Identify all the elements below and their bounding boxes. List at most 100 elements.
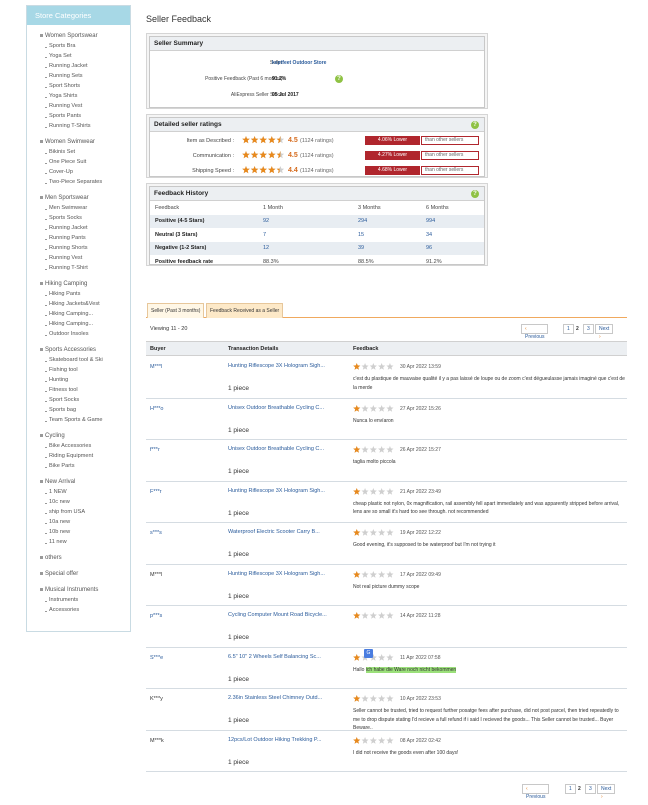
next-page-button[interactable]: Next ›	[595, 324, 614, 340]
sidebar-subcategory-link[interactable]: 11 new	[45, 537, 130, 547]
sidebar-subcategory-link[interactable]: Instruments	[45, 595, 130, 605]
buyer-name[interactable]: p***s	[150, 613, 162, 619]
buyer-name[interactable]: H***o	[150, 406, 163, 412]
previous-page-button[interactable]: ‹ Previous	[521, 324, 549, 340]
previous-page-button[interactable]: ‹ Previous	[522, 784, 550, 800]
feedback-stars	[353, 695, 394, 703]
history-cell-link[interactable]: 7	[258, 228, 353, 242]
sidebar-subcategory-link[interactable]: Sport Shorts	[45, 81, 130, 91]
sidebar-subcategory-link[interactable]: Running Vest	[45, 253, 130, 263]
sidebar-category-link[interactable]: Hiking Camping	[40, 279, 130, 289]
sidebar-subcategory-link[interactable]: Bikinis Set	[45, 147, 130, 157]
buyer-name[interactable]: f***r	[150, 447, 160, 453]
star-icon	[259, 136, 267, 144]
sidebar-subcategory-link[interactable]: Hiking Camping...	[45, 309, 130, 319]
sidebar-subcategory-link[interactable]: Running Sets	[45, 71, 130, 81]
sidebar-category-link[interactable]: Men Sportswear	[40, 193, 130, 203]
sidebar-subcategory-link[interactable]: 1 NEW	[45, 487, 130, 497]
buyer-name[interactable]: S***e	[150, 655, 163, 661]
history-cell-link[interactable]: 92	[258, 214, 353, 228]
sidebar-subcategory-link[interactable]: Yoga Shirts	[45, 91, 130, 101]
sidebar-subcategory-link[interactable]: Running Shorts	[45, 243, 130, 253]
sidebar-subcategory-link[interactable]: Bike Parts	[45, 461, 130, 471]
sidebar-subcategory-link[interactable]: Men Swimwear	[45, 203, 130, 213]
history-cell-link[interactable]: 294	[353, 214, 421, 228]
help-icon[interactable]: ?	[471, 190, 479, 198]
sidebar-subcategory-link[interactable]: Outdoor Insoles	[45, 329, 130, 339]
next-page-button[interactable]: Next ›	[597, 784, 616, 800]
sidebar-category-link[interactable]: New Arrival	[40, 477, 130, 487]
seller-name-link[interactable]: keptfeet Outdoor Store	[272, 55, 326, 71]
sidebar-subcategory-link[interactable]: Skateboard tool & Ski	[45, 355, 130, 365]
sidebar-subcategory-link[interactable]: Sports Pants	[45, 111, 130, 121]
sidebar-subcategory-link[interactable]: Running T-Shirt	[45, 263, 130, 273]
product-link[interactable]: 2.36in Stainless Steel Chimney Outd...	[228, 695, 338, 701]
sidebar-subcategory-link[interactable]: Sports Bra	[45, 41, 130, 51]
sidebar-subcategory-link[interactable]: Fitness tool	[45, 385, 130, 395]
sidebar-subcategory-link[interactable]: Riding Equipment	[45, 451, 130, 461]
product-link[interactable]: Waterproof Electric Scooter Carry B...	[228, 529, 338, 535]
history-cell-link[interactable]: 994	[421, 214, 484, 228]
product-link[interactable]: Unisex Outdoor Breathable Cycling C...	[228, 446, 338, 452]
sidebar-subcategory-link[interactable]: 10a new	[45, 517, 130, 527]
product-link[interactable]: 6.5" 10" 2 Wheels Self Balancing Sc...	[228, 654, 338, 660]
sidebar-subcategory-link[interactable]: Yoga Set	[45, 51, 130, 61]
buyer-name[interactable]: s***s	[150, 530, 162, 536]
sidebar-subcategory-link[interactable]: Fishing tool	[45, 365, 130, 375]
sidebar-subcategory-link[interactable]: Bike Accessories	[45, 441, 130, 451]
buyer-name[interactable]: M***l	[150, 364, 162, 370]
product-link[interactable]: 12pcs/Lot Outdoor Hiking Trekking P...	[228, 737, 338, 743]
sidebar-subcategory-link[interactable]: Hiking Jackets&Vest	[45, 299, 130, 309]
sidebar-subcategory-link[interactable]: Hunting	[45, 375, 130, 385]
sidebar-subcategory-link[interactable]: Running Jacket	[45, 223, 130, 233]
sidebar-subcategory-link[interactable]: Hiking Camping...	[45, 319, 130, 329]
product-link[interactable]: Unisex Outdoor Breathable Cycling C...	[228, 405, 338, 411]
product-link[interactable]: Hunting Riflescope 3X Hologram Sigh...	[228, 363, 338, 369]
help-icon[interactable]: ?	[335, 75, 343, 83]
product-link[interactable]: Cycling Computer Mount Road Bicycle...	[228, 612, 338, 618]
sidebar-category-link[interactable]: Special offer	[40, 569, 130, 579]
history-cell-link[interactable]: 34	[421, 228, 484, 242]
history-cell-link[interactable]: 12	[258, 241, 353, 255]
translate-icon[interactable]: G	[364, 648, 373, 658]
product-link[interactable]: Hunting Riflescope 3X Hologram Sigh...	[228, 571, 338, 577]
tab-seller-past-3-months[interactable]: Seller (Past 3 months)	[147, 303, 205, 318]
sidebar-subcategory-link[interactable]: Sports Socks	[45, 213, 130, 223]
sidebar-subcategory-link[interactable]: 10b new	[45, 527, 130, 537]
page-1-button[interactable]: 1	[563, 324, 574, 334]
help-icon[interactable]: ?	[471, 121, 479, 129]
history-cell-link[interactable]: 15	[353, 228, 421, 242]
sidebar-category-link[interactable]: Women Swimwear	[40, 137, 130, 147]
tab-feedback-received[interactable]: Feedback Received as a Seller	[206, 303, 284, 318]
history-cell-link[interactable]: 96	[421, 241, 484, 255]
sidebar-category-link[interactable]: Cycling	[40, 431, 130, 441]
sidebar-category-link[interactable]: Women Sportswear	[40, 31, 130, 41]
sidebar-subcategory-link[interactable]: Accessories	[45, 605, 130, 615]
sidebar-category-link[interactable]: Musical Instruments	[40, 585, 130, 595]
sidebar-subcategory-link[interactable]: 10c new	[45, 497, 130, 507]
sidebar-subcategory-link[interactable]: Team Sports & Game	[45, 415, 130, 425]
history-header: Feedback	[155, 204, 180, 211]
sidebar-category-link[interactable]: others	[40, 553, 130, 563]
feedback-date: 08 Apr 2022 02:42	[400, 737, 441, 744]
product-link[interactable]: Hunting Riflescope 3X Hologram Sigh...	[228, 488, 338, 494]
sidebar-subcategory-link[interactable]: Running Vest	[45, 101, 130, 111]
sidebar-subcategory-link[interactable]: Two-Piece Separates	[45, 177, 130, 187]
sidebar-subcategory-link[interactable]: ship from USA	[45, 507, 130, 517]
sidebar-subcategory-link[interactable]: Running T-Shirts	[45, 121, 130, 131]
sidebar-category-link[interactable]: Sports Accessories	[40, 345, 130, 355]
buyer-name[interactable]: F***r	[150, 489, 162, 495]
history-cell-link[interactable]: 39	[353, 241, 421, 255]
sidebar-subcategory-link[interactable]: One Piece Suit	[45, 157, 130, 167]
page-3-button[interactable]: 3	[585, 784, 596, 794]
sidebar-subcategory-link[interactable]: Cover-Up	[45, 167, 130, 177]
sidebar-subcategory-link[interactable]: Sports bag	[45, 405, 130, 415]
sidebar-subcategory-link[interactable]: Running Pants	[45, 233, 130, 243]
page-1-button[interactable]: 1	[565, 784, 576, 794]
sidebar-subcategory-link[interactable]: Running Jacket	[45, 61, 130, 71]
page-3-button[interactable]: 3	[583, 324, 594, 334]
sidebar-subcategory-link[interactable]: Hiking Pants	[45, 289, 130, 299]
feedback-row: M***k 12pcs/Lot Outdoor Hiking Trekking P…	[146, 731, 627, 772]
sidebar-subcategory-link[interactable]: Sport Socks	[45, 395, 130, 405]
star-icon	[386, 695, 394, 702]
